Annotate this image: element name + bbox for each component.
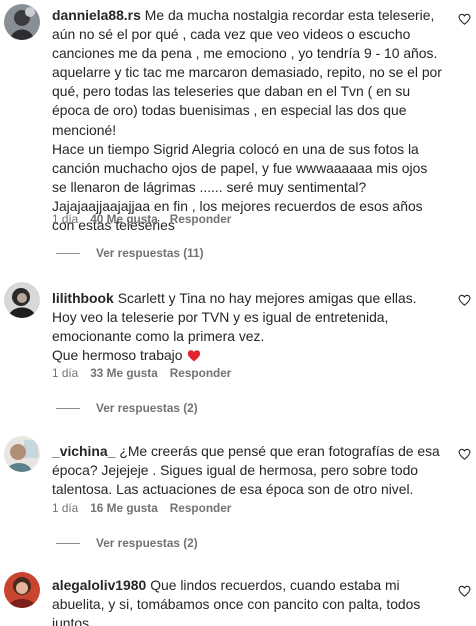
view-replies-label: Ver respuestas (2) <box>96 401 198 415</box>
comment-likes[interactable]: 40 Me gusta <box>90 212 158 226</box>
comment-body: lilithbook Scarlett y Tina no hay mejores… <box>52 289 444 365</box>
view-replies-button[interactable]: Ver respuestas (2) <box>56 536 198 550</box>
view-replies-button[interactable]: Ver respuestas (11) <box>56 246 204 260</box>
heart-outline-icon[interactable] <box>458 447 471 460</box>
view-replies-label: Ver respuestas (2) <box>96 536 198 550</box>
heart-outline-icon[interactable] <box>458 293 471 306</box>
comment-meta: 1 día 40 Me gusta Responder <box>52 212 231 226</box>
heart-outline-icon[interactable] <box>458 12 471 25</box>
divider <box>56 252 80 254</box>
avatar[interactable] <box>4 282 40 318</box>
comment-text: Me da mucha nostalgia recordar esta tele… <box>52 7 442 138</box>
view-replies-label: Ver respuestas (11) <box>96 246 204 260</box>
avatar[interactable] <box>4 436 40 472</box>
heart-outline-icon[interactable] <box>458 584 471 597</box>
avatar[interactable] <box>4 4 40 40</box>
reply-button[interactable]: Responder <box>170 366 232 380</box>
comment-meta: 1 día 16 Me gusta Responder <box>52 501 231 515</box>
divider <box>56 542 80 544</box>
comment-body: _vichina_ ¿Me creerás que pensé que eran … <box>52 442 444 499</box>
reply-button[interactable]: Responder <box>170 501 232 515</box>
divider <box>56 407 80 409</box>
comment-time[interactable]: 1 día <box>52 501 78 515</box>
comment-time[interactable]: 1 día <box>52 366 78 380</box>
comment-likes[interactable]: 16 Me gusta <box>90 501 158 515</box>
comment-body: alegaloliv1980 Que lindos recuerdos, cuan… <box>52 576 444 626</box>
red-heart-emoji <box>187 350 200 362</box>
comment-time[interactable]: 1 día <box>52 212 78 226</box>
comment-meta: 1 día 33 Me gusta Responder <box>52 366 231 380</box>
comment-body: danniela88.rs Me da mucha nostalgia recor… <box>52 6 444 235</box>
view-replies-button[interactable]: Ver respuestas (2) <box>56 401 198 415</box>
avatar[interactable] <box>4 572 40 608</box>
comment-text-continued: Que hermoso trabajo <box>52 347 183 364</box>
reply-button[interactable]: Responder <box>170 212 232 226</box>
comment-username[interactable]: alegaloliv1980 <box>52 577 146 593</box>
comment-username[interactable]: danniela88.rs <box>52 7 141 23</box>
comment-username[interactable]: lilithbook <box>52 290 114 306</box>
comment-username[interactable]: _vichina_ <box>52 443 115 459</box>
comment-likes[interactable]: 33 Me gusta <box>90 366 158 380</box>
